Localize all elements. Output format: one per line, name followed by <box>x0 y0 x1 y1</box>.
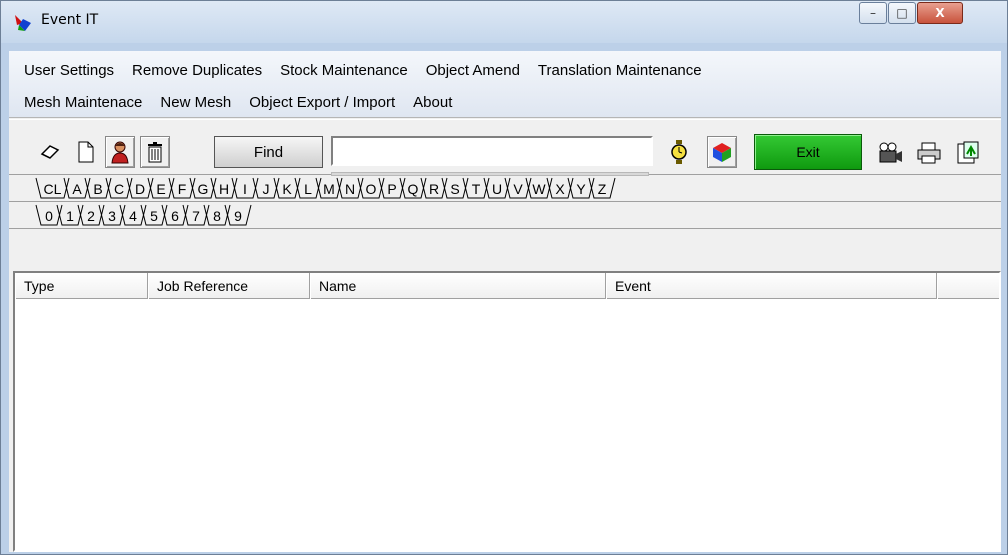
column-header-extra[interactable] <box>937 273 997 299</box>
tab-label: A <box>72 181 82 197</box>
menu-stock-maintenance[interactable]: Stock Maintenance <box>271 62 417 79</box>
find-button[interactable]: Find <box>214 136 323 168</box>
tab-label: V <box>513 181 523 197</box>
tab-label: N <box>345 181 355 197</box>
menu-mesh-maintenance[interactable]: Mesh Maintenace <box>9 94 151 111</box>
person-icon[interactable] <box>105 136 135 168</box>
digit-tabs: 0123456789 <box>9 203 1001 229</box>
printer-icon[interactable] <box>914 138 944 168</box>
tab-label: O <box>366 181 377 197</box>
color-cube-icon[interactable] <box>707 136 737 168</box>
tab-label: 1 <box>66 208 74 224</box>
tab-label: 2 <box>87 208 95 224</box>
app-window: Event IT – □ X User Settings Remove Dupl… <box>0 0 1008 555</box>
alpha-tabs: CL A B C D E F G H I J K L M N O P Q R S T U V W X Y Z <box>9 176 1001 202</box>
event-list[interactable]: Type Job Reference Name Event <box>13 271 1001 552</box>
menu-object-amend[interactable]: Object Amend <box>417 62 529 79</box>
tab-label: H <box>219 181 229 197</box>
tab-label: K <box>282 181 292 197</box>
menu-row-1: User Settings Remove Duplicates Stock Ma… <box>9 57 711 83</box>
close-button[interactable]: X <box>917 2 963 24</box>
tab-label: U <box>492 181 502 197</box>
tab-label: T <box>472 181 481 197</box>
tab-label: 7 <box>192 208 200 224</box>
tab-label: Z <box>598 181 607 197</box>
tab-label: G <box>198 181 209 197</box>
tab-label: B <box>93 181 102 197</box>
tab-label: 4 <box>129 208 137 224</box>
window-title: Event IT <box>41 12 99 28</box>
tab-label: 9 <box>234 208 242 224</box>
tab-label: CL <box>44 181 62 197</box>
eraser-icon[interactable] <box>35 136 65 168</box>
list-header: Type Job Reference Name Event <box>15 273 999 299</box>
menu-new-mesh[interactable]: New Mesh <box>151 94 240 111</box>
tab-label: 6 <box>171 208 179 224</box>
tab-label: J <box>263 181 270 197</box>
maximize-button[interactable]: □ <box>888 2 916 24</box>
menu-translation-maintenance[interactable]: Translation Maintenance <box>529 62 711 79</box>
tab-label: S <box>450 181 459 197</box>
tab-label: Q <box>408 181 419 197</box>
tab-label: P <box>387 181 396 197</box>
app-icon <box>15 15 31 31</box>
column-header-event[interactable]: Event <box>606 273 937 299</box>
camera-icon[interactable] <box>876 138 906 168</box>
stopwatch-icon[interactable] <box>671 140 687 169</box>
menu-about[interactable]: About <box>404 94 461 111</box>
digit-tab-strip: 0123456789 <box>35 204 252 226</box>
tab-label: I <box>243 181 247 197</box>
tab-label: X <box>555 181 565 197</box>
column-header-name[interactable]: Name <box>310 273 606 299</box>
tab-label: 5 <box>150 208 158 224</box>
search-input[interactable] <box>331 136 653 166</box>
tab-label: E <box>156 181 165 197</box>
trash-icon[interactable] <box>140 136 170 168</box>
tab-label: 0 <box>45 208 53 224</box>
tab-label: C <box>114 181 124 197</box>
tab-label: M <box>323 181 335 197</box>
menu-user-settings[interactable]: User Settings <box>9 62 123 79</box>
tab-label: W <box>532 181 546 197</box>
tab-label: D <box>135 181 145 197</box>
new-document-icon[interactable] <box>71 136 101 168</box>
title-bar[interactable]: Event IT – □ X <box>1 1 1007 43</box>
column-header-type[interactable]: Type <box>15 273 148 299</box>
export-icon[interactable] <box>953 138 983 168</box>
tab-label: F <box>178 181 187 197</box>
tab-label: R <box>429 181 439 197</box>
toolbar: Find Exit <box>9 119 1001 176</box>
menu-row-2: Mesh Maintenace New Mesh Object Export /… <box>9 89 461 115</box>
minimize-button[interactable]: – <box>859 2 887 24</box>
exit-button[interactable]: Exit <box>754 134 862 170</box>
tab-label: 3 <box>108 208 116 224</box>
menu-bar: User Settings Remove Duplicates Stock Ma… <box>9 51 1001 118</box>
tab-cl[interactable]: CL <box>35 177 70 199</box>
tab-label: Y <box>576 181 586 197</box>
tab-label: 8 <box>213 208 221 224</box>
menu-object-export-import[interactable]: Object Export / Import <box>240 94 404 111</box>
tab-label: L <box>304 181 312 197</box>
column-header-job-reference[interactable]: Job Reference <box>148 273 310 299</box>
menu-remove-duplicates[interactable]: Remove Duplicates <box>123 62 271 79</box>
alpha-tab-strip: CL A B C D E F G H I J K L M N O P Q R S T U V W X Y Z <box>35 177 616 199</box>
